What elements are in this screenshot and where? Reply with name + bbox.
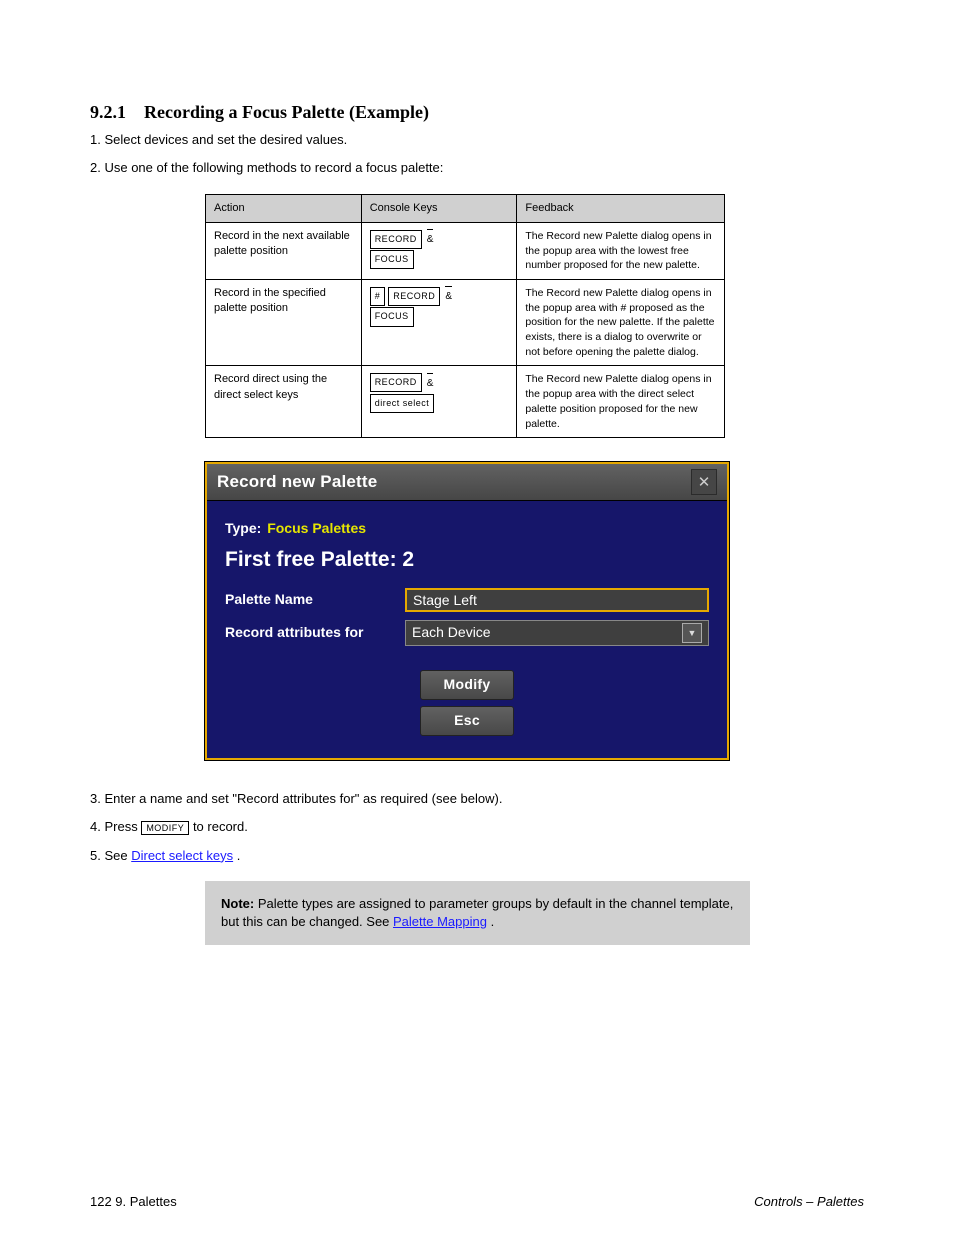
table-row: Record in the specified palette position…: [206, 280, 725, 366]
key-token: #: [370, 287, 386, 306]
key-token: RECORD: [370, 230, 422, 249]
table-row: Record direct using the direct select ke…: [206, 366, 725, 438]
step-5-prefix: See: [104, 848, 131, 863]
dialog-heading: First free Palette: 2: [225, 545, 709, 574]
note-box: Note: Palette types are assigned to para…: [205, 881, 750, 945]
note-label: Note:: [221, 896, 254, 911]
table-row: Record in the next available palette pos…: [206, 222, 725, 279]
cell-action: Record in the next available palette pos…: [206, 222, 362, 279]
amp-join: &: [427, 373, 434, 393]
palette-name-input[interactable]: [405, 588, 709, 612]
cell-command: RECORD & FOCUS: [361, 222, 517, 279]
direct-select-link[interactable]: Direct select keys: [131, 848, 233, 863]
intro-2: Use one of the following methods to reco…: [104, 160, 443, 175]
cell-action: Record direct using the direct select ke…: [206, 366, 362, 438]
key-token: FOCUS: [370, 250, 414, 269]
palette-mapping-link[interactable]: Palette Mapping: [393, 914, 487, 929]
modify-button[interactable]: Modify: [420, 670, 514, 700]
close-icon: ✕: [698, 472, 711, 493]
record-attr-label: Record attributes for: [225, 623, 405, 643]
record-attr-select[interactable]: Each Device ▼: [405, 620, 709, 646]
type-value: Focus Palettes: [267, 520, 366, 536]
key-token: FOCUS: [370, 307, 414, 326]
cell-command: # RECORD & FOCUS: [361, 280, 517, 366]
amp-join: &: [427, 229, 434, 249]
step-3: Enter a name and set "Record attributes …: [104, 791, 502, 806]
step-4-prefix: Press: [104, 819, 141, 834]
cell-command: RECORD & direct select: [361, 366, 517, 438]
step-5-suffix: .: [237, 848, 241, 863]
record-attr-value: Each Device: [412, 623, 491, 643]
syntax-table: Action Console Keys Feedback Record in t…: [205, 194, 725, 439]
key-token: RECORD: [388, 287, 440, 306]
footer-left: 122 9. Palettes: [90, 1193, 177, 1211]
palette-name-label: Palette Name: [225, 590, 405, 610]
chevron-down-icon: ▼: [682, 623, 702, 643]
record-palette-dialog: Record new Palette ✕ Type: Focus Palette…: [205, 462, 729, 760]
th-action: Action: [206, 194, 362, 222]
type-label: Type:: [225, 520, 261, 536]
cell-action: Record in the specified palette position: [206, 280, 362, 366]
section-number: 9.2.1: [90, 102, 126, 122]
note-body-suffix: .: [491, 914, 495, 929]
key-token: RECORD: [370, 373, 422, 392]
th-feedback: Feedback: [517, 194, 725, 222]
modify-key: MODIFY: [141, 821, 189, 836]
cell-feedback: The Record new Palette dialog opens in t…: [517, 366, 725, 438]
step-4-suffix: to record.: [193, 819, 248, 834]
footer-right: Controls – Palettes: [754, 1193, 864, 1211]
section-title: Recording a Focus Palette (Example): [144, 102, 429, 122]
esc-button[interactable]: Esc: [420, 706, 514, 736]
key-token: direct select: [370, 394, 435, 413]
dialog-title: Record new Palette: [217, 470, 377, 494]
cell-feedback: The Record new Palette dialog opens in t…: [517, 280, 725, 366]
amp-join: &: [445, 286, 452, 306]
th-command: Console Keys: [361, 194, 517, 222]
intro-1: Select devices and set the desired value…: [104, 132, 347, 147]
close-button[interactable]: ✕: [691, 469, 717, 495]
cell-feedback: The Record new Palette dialog opens in t…: [517, 222, 725, 279]
